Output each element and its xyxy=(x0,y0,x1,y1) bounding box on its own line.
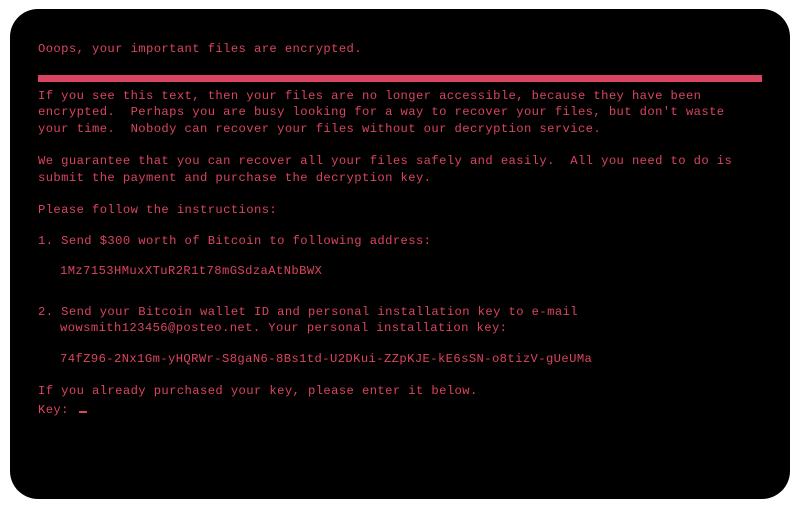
step-2-line-1: 2. Send your Bitcoin wallet ID and perso… xyxy=(38,304,762,320)
paragraph-1: If you see this text, then your files ar… xyxy=(38,88,762,137)
paragraph-2: We guarantee that you can recover all yo… xyxy=(38,153,762,186)
step-1: 1. Send $300 worth of Bitcoin to followi… xyxy=(38,233,762,249)
step-2-line-2: wowsmith123456@posteo.net. Your personal… xyxy=(38,320,762,336)
key-input-line[interactable]: Key: xyxy=(38,402,762,418)
bitcoin-address: 1Mz7153HMuxXTuR2R1t78mGSdzaAtNbBWX xyxy=(38,263,762,279)
key-prompt-label: Key: xyxy=(38,403,69,417)
purchased-note: If you already purchased your key, pleas… xyxy=(38,383,762,399)
installation-key: 74fZ96-2Nx1Gm-yHQRWr-S8gaN6-8Bs1td-U2DKu… xyxy=(38,351,762,367)
horizontal-rule xyxy=(38,75,762,82)
ransom-screen: Ooops, your important files are encrypte… xyxy=(10,9,790,499)
instructions-heading: Please follow the instructions: xyxy=(38,202,762,218)
title-line: Ooops, your important files are encrypte… xyxy=(38,41,762,57)
cursor-icon xyxy=(79,403,87,413)
